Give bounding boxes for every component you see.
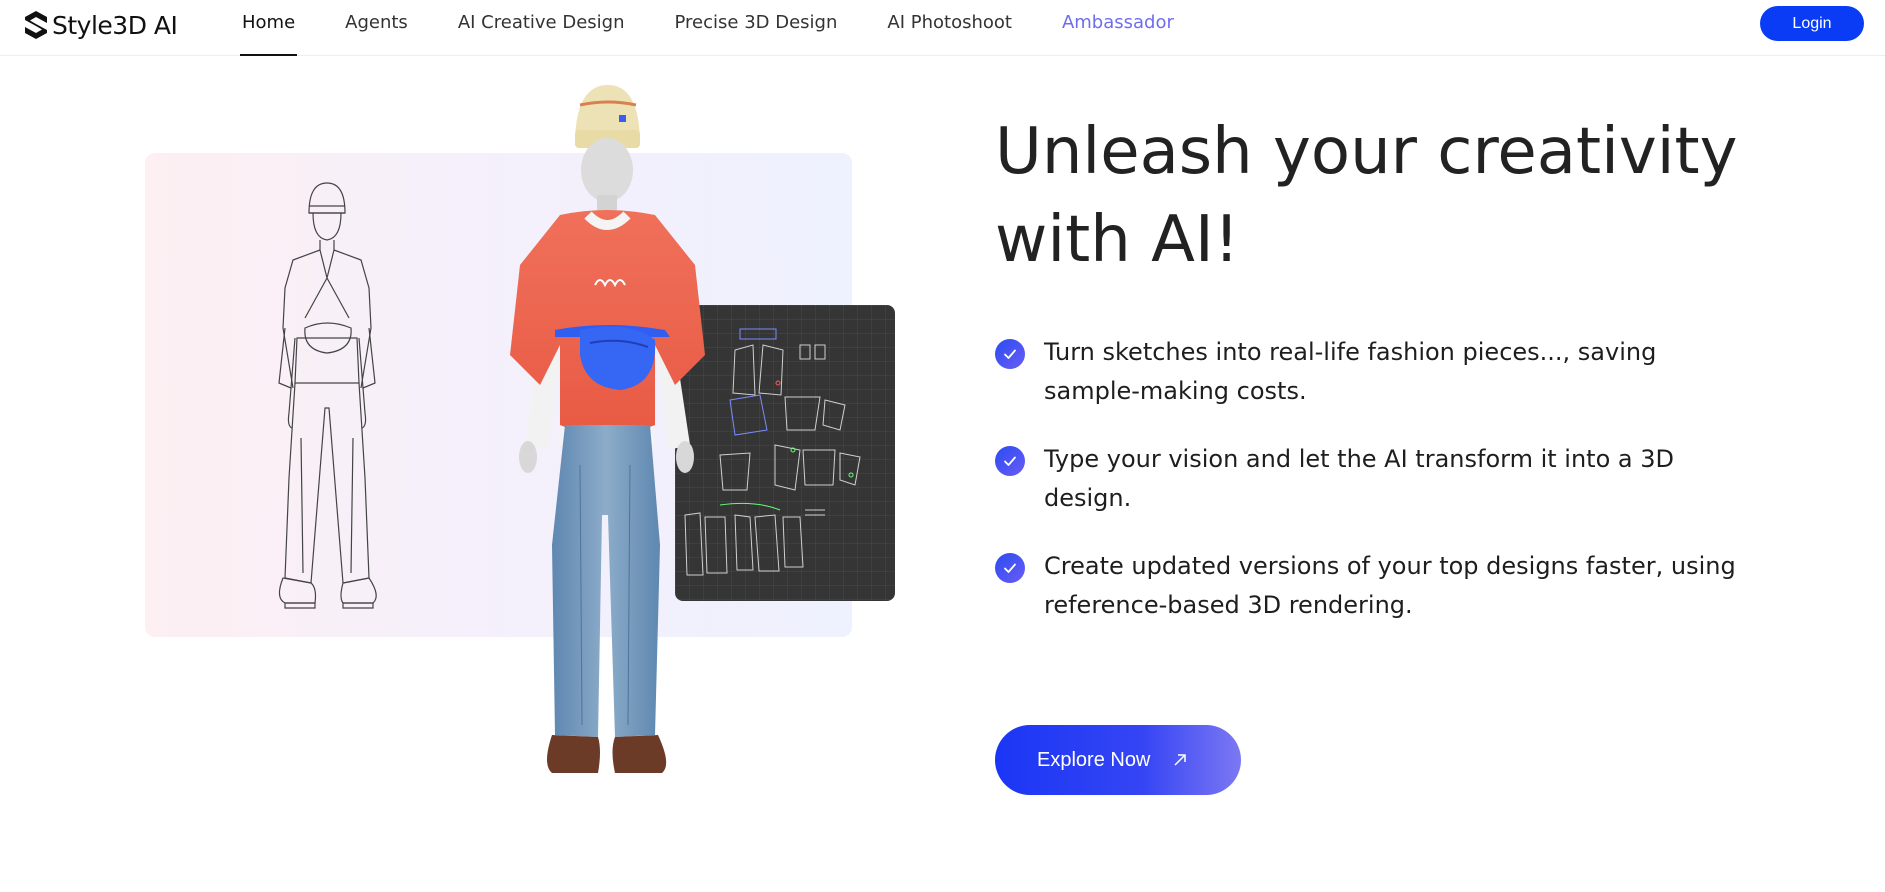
nav-item-home[interactable]: Home [239, 0, 298, 56]
feature-text: Turn sketches into real-life fashion pie… [1044, 338, 1657, 405]
check-circle-icon [995, 446, 1025, 476]
login-button[interactable]: Login [1760, 6, 1864, 41]
nav-item-ai-creative-design[interactable]: AI Creative Design [458, 0, 625, 56]
nav-item-ambassador[interactable]: Ambassador [1062, 0, 1174, 56]
brand-name: Style3D AI [52, 10, 178, 40]
feature-text: Type your vision and let the AI transfor… [1044, 445, 1674, 512]
check-circle-icon [995, 339, 1025, 369]
3d-fashion-model [510, 85, 705, 773]
brand-logo[interactable]: Style3D AI [22, 9, 178, 41]
feature-item: Turn sketches into real-life fashion pie… [995, 333, 1755, 411]
fashion-sketch-illustration [278, 182, 377, 609]
top-header: Style3D AI Home Agents AI Creative Desig… [0, 0, 1885, 56]
nav-item-agents[interactable]: Agents [345, 0, 408, 56]
feature-list: Turn sketches into real-life fashion pie… [995, 333, 1755, 654]
style3d-logo-icon [25, 11, 47, 39]
arrow-up-right-icon [1174, 754, 1187, 766]
explore-now-button[interactable]: Explore Now [995, 725, 1241, 795]
feature-item: Type your vision and let the AI transfor… [995, 440, 1755, 518]
hero-title: Unleash your creativity with AI! [995, 115, 1738, 277]
check-circle-icon [995, 553, 1025, 583]
explore-now-label: Explore Now [1037, 748, 1151, 771]
feature-item: Create updated versions of your top desi… [995, 547, 1755, 625]
main-nav: Home Agents AI Creative Design Precise 3… [239, 0, 1224, 56]
nav-item-ai-photoshoot[interactable]: AI Photoshoot [887, 0, 1012, 56]
feature-text: Create updated versions of your top desi… [1044, 552, 1736, 619]
nav-item-precise-3d-design[interactable]: Precise 3D Design [675, 0, 838, 56]
